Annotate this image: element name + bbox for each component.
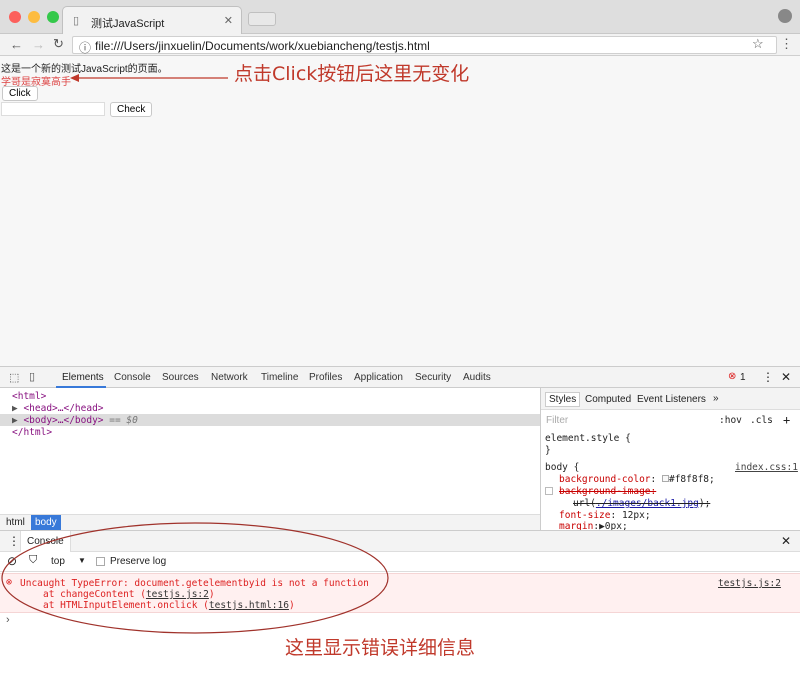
tab-audits[interactable]: Audits: [463, 372, 491, 383]
tab-styles[interactable]: Styles: [545, 392, 581, 407]
address-bar-row: ← → ↻ ⓘ file:///Users/jinxuelin/Document…: [0, 34, 800, 56]
add-rule-icon[interactable]: +: [783, 413, 790, 427]
property-checkbox[interactable]: [545, 487, 553, 495]
reload-icon[interactable]: ↻: [53, 36, 64, 52]
url-text: file:///Users/jinxuelin/Documents/work/x…: [95, 39, 430, 53]
dom-html-close[interactable]: </html>: [12, 427, 52, 439]
prop-background-image: background-image:: [559, 486, 657, 497]
annotation-top-note: 点击Click按钮后这里无变化: [234, 63, 470, 85]
dom-body-ref: == $0: [103, 415, 138, 426]
tab-security[interactable]: Security: [415, 372, 451, 383]
zoom-window-button[interactable]: [47, 11, 59, 23]
inspect-element-icon[interactable]: ⬚: [9, 371, 19, 384]
tab-network[interactable]: Network: [211, 372, 248, 383]
close-tab-icon[interactable]: ✕: [224, 14, 233, 27]
tab-title: 测试JavaScript: [91, 18, 165, 30]
cls-toggle[interactable]: .cls: [750, 415, 773, 426]
dom-body[interactable]: ▶ <body>…</body> == $0: [12, 415, 138, 427]
device-toolbar-icon[interactable]: ▯: [29, 370, 35, 383]
back-icon[interactable]: ←: [10, 37, 23, 52]
check-button[interactable]: Check: [110, 102, 153, 117]
devtools-menu-icon[interactable]: ⋮: [762, 370, 774, 384]
dom-body-text: <body>…</body>: [23, 415, 104, 426]
more-tabs-icon[interactable]: »: [713, 393, 719, 404]
tab-profiles[interactable]: Profiles: [309, 372, 342, 383]
close-drawer-icon[interactable]: ✕: [781, 534, 791, 548]
title-bar: ▯ 测试JavaScript ✕: [0, 0, 800, 34]
tab-event-listeners[interactable]: Event Listeners: [637, 394, 706, 405]
prop-background-color: background-color: #f8f8f8;: [559, 474, 715, 485]
body-rule-source-link[interactable]: index.css:1: [735, 462, 798, 473]
page-icon: ▯: [73, 15, 80, 27]
bookmark-star-icon[interactable]: ☆: [752, 36, 764, 52]
menu-icon[interactable]: ⋮: [780, 36, 793, 52]
page-content: 这是一个新的测试JavaScript的页面。 学哥是寂寞高手 Click Che…: [0, 56, 800, 366]
url-input[interactable]: ⓘ file:///Users/jinxuelin/Documents/work…: [72, 36, 777, 55]
dom-head-text: <head>…</head>: [23, 403, 104, 414]
profile-icon[interactable]: [778, 9, 792, 23]
close-devtools-icon[interactable]: ✕: [781, 370, 791, 384]
text-input[interactable]: [1, 102, 105, 116]
close-window-button[interactable]: [9, 11, 21, 23]
prop-font-size: font-size: 12px;: [559, 510, 651, 521]
tab-application[interactable]: Application: [354, 372, 403, 383]
forward-icon[interactable]: →: [32, 37, 45, 52]
devtools-toolbar: ⬚ ▯ Elements Console Sources Network Tim…: [0, 366, 800, 388]
image-url-link[interactable]: ./images/back1.jpg: [596, 498, 699, 509]
tab-sources[interactable]: Sources: [162, 372, 199, 383]
annotation-ellipse: [1, 522, 389, 634]
rule-close: }: [545, 445, 551, 456]
new-tab-button[interactable]: [248, 12, 276, 26]
element-style-rule: element.style {: [545, 433, 631, 444]
tab-timeline[interactable]: Timeline: [261, 372, 298, 383]
error-icon[interactable]: ⊗: [728, 371, 736, 382]
elements-tree: <html> ▶ <head>…</head> ▶ <body>…</body>…: [0, 388, 540, 514]
minimize-window-button[interactable]: [28, 11, 40, 23]
browser-tab[interactable]: ▯ 测试JavaScript ✕: [62, 6, 242, 34]
styles-pane: Styles Computed Event Listeners » Filter…: [540, 388, 800, 532]
tab-console[interactable]: Console: [114, 372, 151, 383]
dom-html-open[interactable]: <html>: [12, 391, 46, 403]
info-icon: ⓘ: [79, 41, 92, 55]
tab-computed[interactable]: Computed: [585, 394, 631, 405]
click-button[interactable]: Click: [2, 86, 38, 101]
prop-background-image-value: url(./images/back1.jpg);: [573, 498, 711, 509]
error-source-link[interactable]: testjs.js:2: [718, 578, 781, 589]
body-rule: body {: [545, 462, 580, 473]
hov-toggle[interactable]: :hov: [719, 415, 742, 426]
color-swatch[interactable]: [661, 475, 669, 482]
styles-filter-input[interactable]: Filter: [546, 415, 568, 426]
error-count[interactable]: 1: [740, 372, 746, 383]
annotation-arrow: [70, 74, 228, 82]
tab-elements[interactable]: Elements: [62, 372, 104, 383]
